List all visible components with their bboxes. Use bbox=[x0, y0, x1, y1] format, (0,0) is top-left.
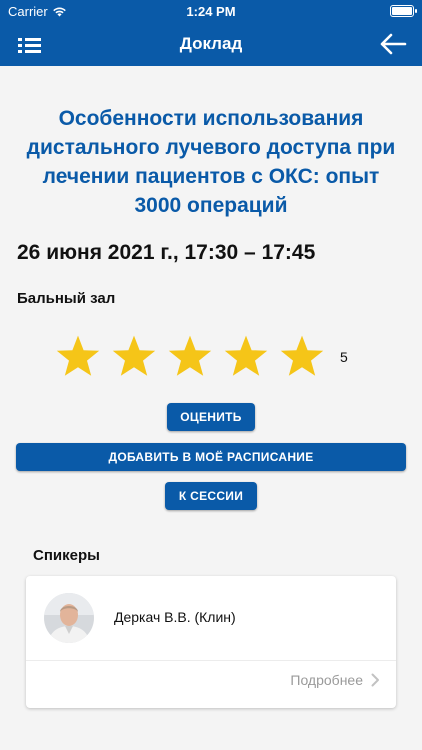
star-icon[interactable] bbox=[54, 334, 102, 380]
rate-button[interactable]: ОЦЕНИТЬ bbox=[167, 403, 255, 431]
star-icon[interactable] bbox=[278, 334, 326, 380]
star-icon[interactable] bbox=[222, 334, 270, 380]
rating-stars[interactable]: 5 bbox=[54, 334, 348, 380]
battery-icon bbox=[390, 5, 417, 17]
speaker-avatar bbox=[44, 593, 94, 643]
page-title: Доклад bbox=[179, 34, 243, 53]
speakers-heading: Спикеры bbox=[33, 547, 100, 564]
status-bar: Carrier 1:24 PM bbox=[0, 0, 422, 22]
speaker-card[interactable]: Деркач В.В. (Клин) Подробнее bbox=[26, 576, 396, 708]
talk-title: Особенности использования дистального лу… bbox=[26, 107, 396, 217]
star-icon[interactable] bbox=[110, 334, 158, 380]
arrow-left-icon[interactable] bbox=[378, 30, 408, 58]
status-time: 1:24 PM bbox=[186, 4, 236, 19]
add-to-schedule-button[interactable]: ДОБАВИТЬ В МОЁ РАСПИСАНИЕ bbox=[16, 443, 406, 471]
to-session-button[interactable]: К СЕССИИ bbox=[165, 482, 257, 510]
battery-level bbox=[392, 7, 412, 15]
speaker-name: Деркач В.В. (Клин) bbox=[114, 609, 236, 625]
card-divider bbox=[26, 660, 396, 661]
chevron-right-icon bbox=[371, 673, 379, 687]
star-icon[interactable] bbox=[166, 334, 214, 380]
nav-bar: Доклад bbox=[0, 22, 422, 66]
talk-details: Особенности использования дистального лу… bbox=[0, 66, 422, 750]
talk-date: 26 июня 2021 г., 17:30 – 17:45 bbox=[17, 241, 316, 264]
rating-value: 5 bbox=[340, 349, 348, 365]
details-label: Подробнее bbox=[290, 672, 363, 688]
speaker-details-link[interactable]: Подробнее bbox=[290, 672, 380, 688]
talk-room: Бальный зал bbox=[17, 290, 116, 307]
